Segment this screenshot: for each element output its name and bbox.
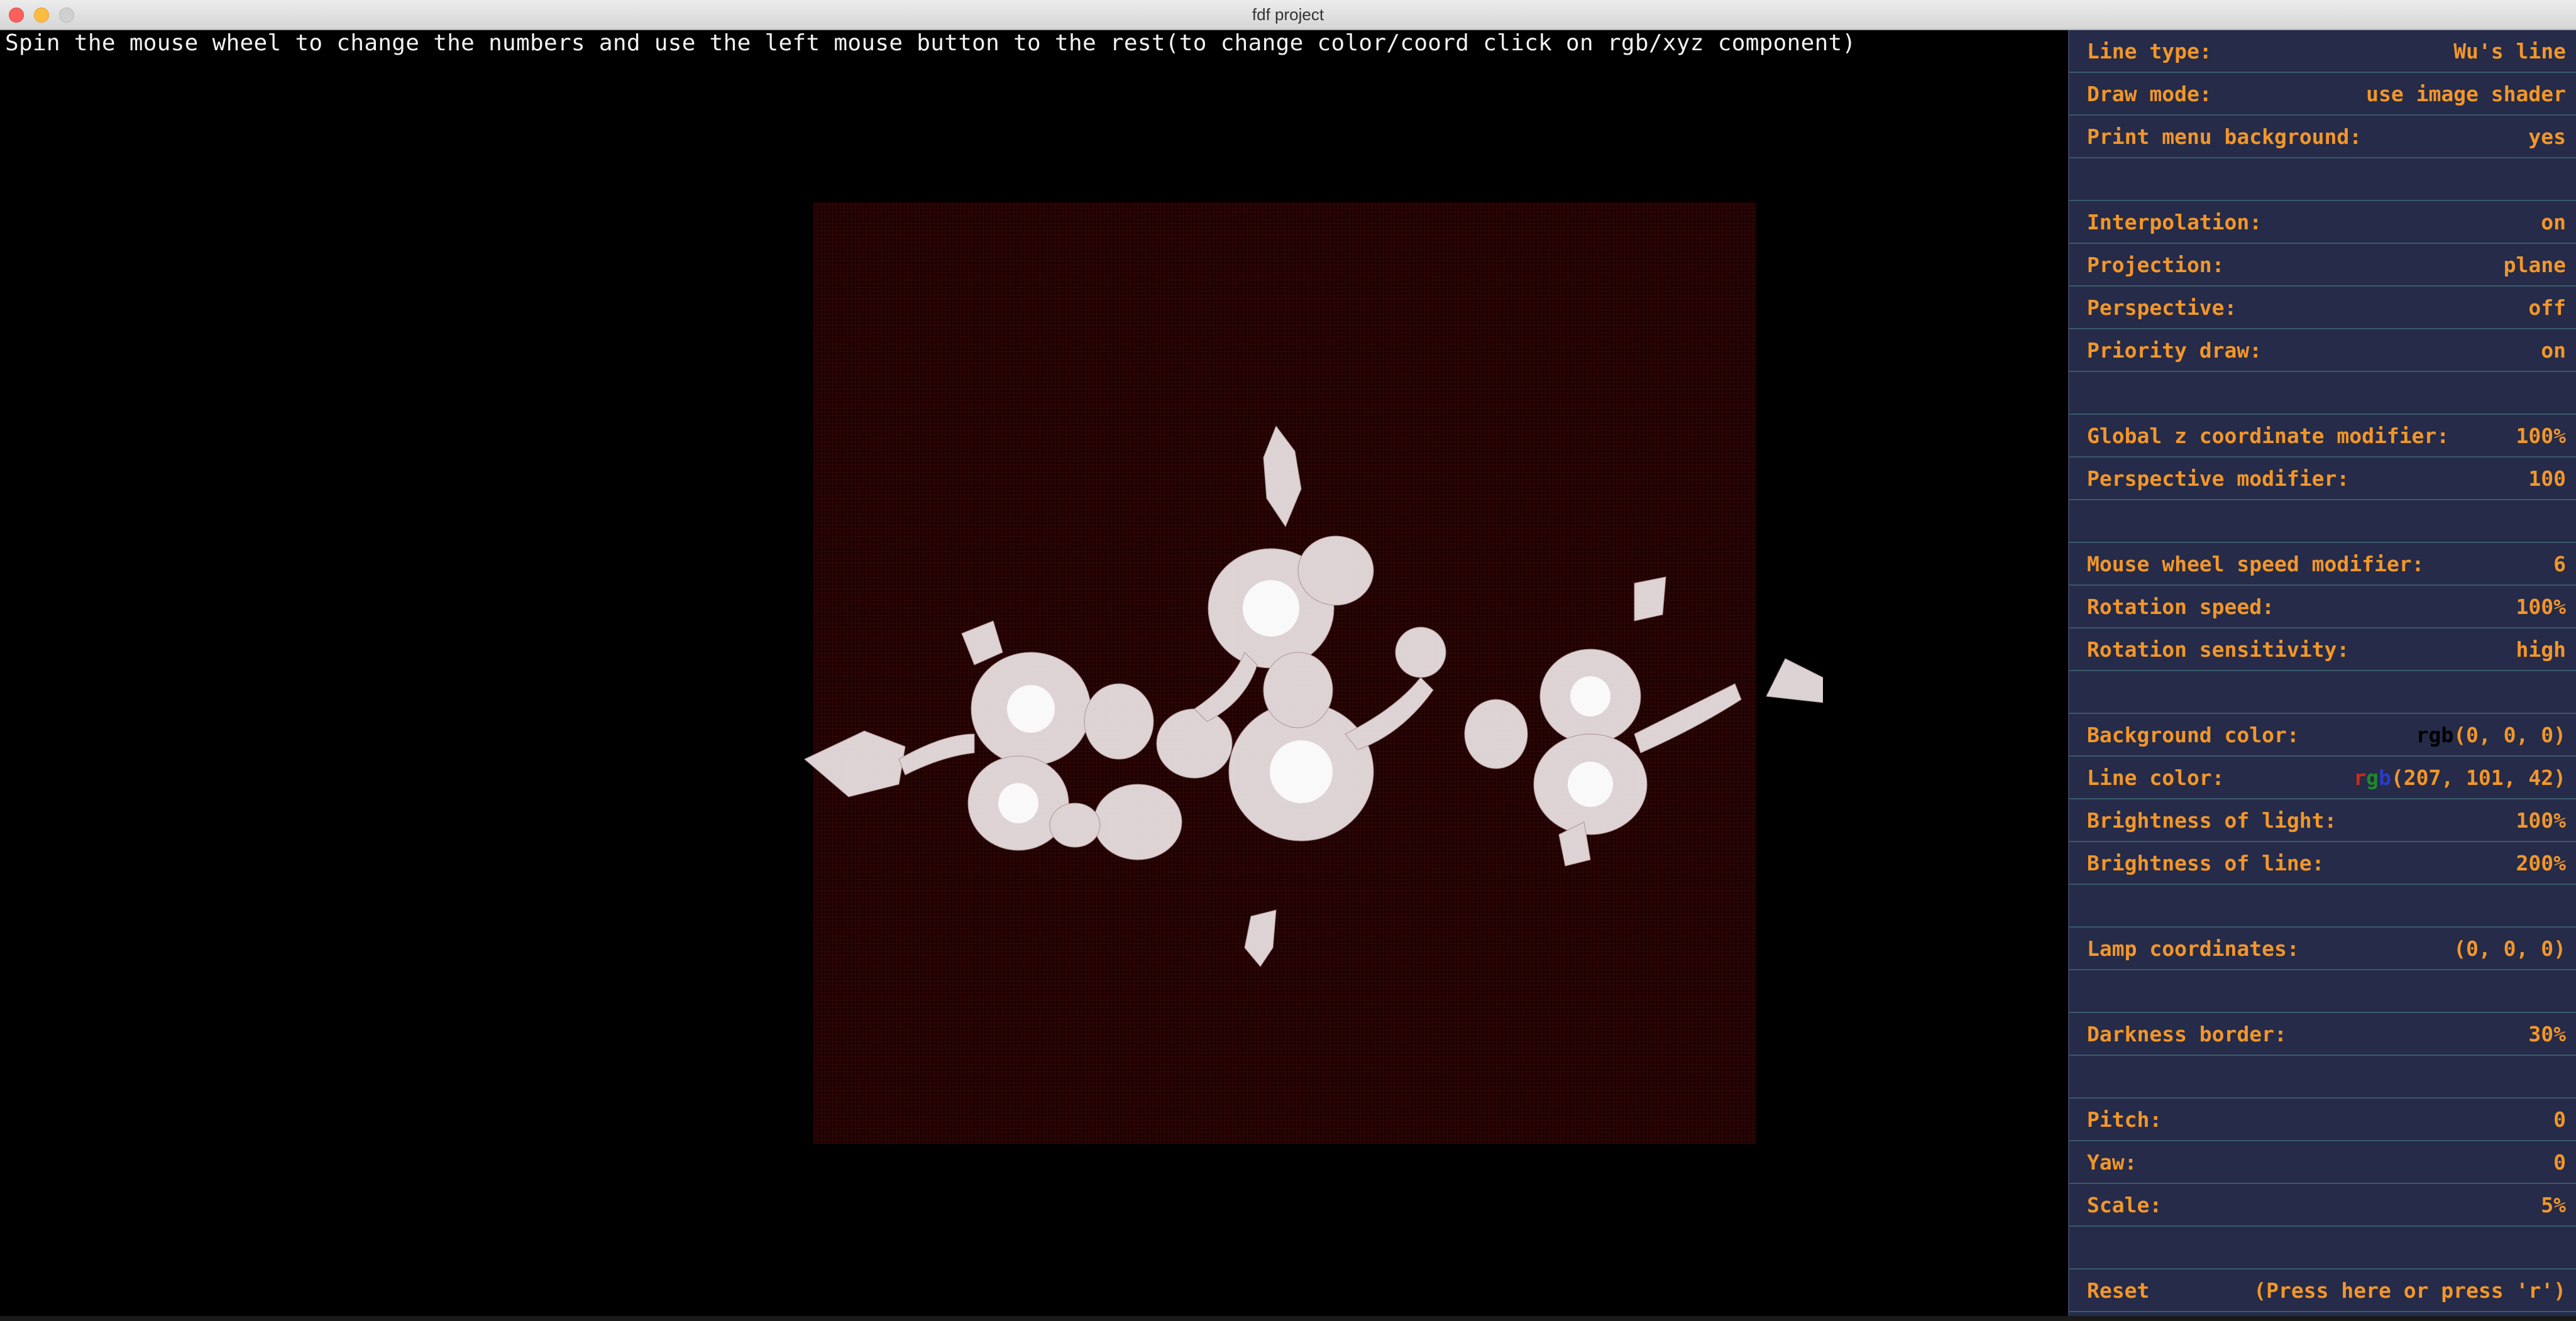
bottom-edge [0, 1316, 2576, 1321]
line-color-value: rgb(207, 101, 42) [2353, 765, 2566, 790]
line-green-component[interactable]: g [2366, 765, 2379, 790]
pitch-row[interactable]: Pitch: 0 [2069, 1099, 2576, 1141]
yaw-label: Yaw: [2087, 1149, 2137, 1175]
scale-row[interactable]: Scale: 5% [2069, 1184, 2576, 1227]
scale-label: Scale: [2087, 1192, 2162, 1217]
darkness-border-row[interactable]: Darkness border: 30% [2069, 1013, 2576, 1056]
rotation-speed-row[interactable]: Rotation speed: 100% [2069, 586, 2576, 628]
perspective-value[interactable]: off [2528, 295, 2566, 320]
lamp-coordinates-row[interactable]: Lamp coordinates: (0, 0, 0) [2069, 928, 2576, 970]
line-color-row[interactable]: Line color: rgb(207, 101, 42) [2069, 757, 2576, 799]
priority-draw-row[interactable]: Priority draw: on [2069, 329, 2576, 372]
menu-spacer [2069, 372, 2576, 415]
brightness-of-line-label: Brightness of line: [2087, 850, 2325, 875]
background-color-value: rgb(0, 0, 0) [2416, 723, 2566, 747]
mouse-wheel-speed-label: Mouse wheel speed modifier: [2087, 551, 2425, 576]
scale-value[interactable]: 5% [2541, 1193, 2566, 1217]
global-z-modifier-row[interactable]: Global z coordinate modifier: 100% [2069, 415, 2576, 458]
fractal-render [804, 425, 1823, 967]
bg-green-component[interactable]: g [2428, 723, 2441, 747]
settings-panel: Line type: Wu's line Draw mode: use imag… [2068, 30, 2576, 1321]
projection-value[interactable]: plane [2504, 253, 2566, 277]
line-red-component[interactable]: r [2353, 765, 2366, 790]
window-title: fdf project [1252, 5, 1324, 24]
rotation-sensitivity-label: Rotation sensitivity: [2087, 637, 2350, 662]
priority-draw-value[interactable]: on [2541, 338, 2566, 363]
interpolation-row[interactable]: Interpolation: on [2069, 201, 2576, 244]
bg-red-component[interactable]: r [2416, 723, 2429, 747]
perspective-modifier-value[interactable]: 100 [2528, 466, 2566, 491]
bg-blue-component[interactable]: b [2441, 723, 2453, 747]
title-bar: fdf project [0, 0, 2576, 30]
print-menu-background-value[interactable]: yes [2528, 124, 2566, 149]
priority-draw-label: Priority draw: [2087, 337, 2262, 363]
draw-mode-value[interactable]: use image shader [2366, 82, 2566, 106]
yaw-value[interactable]: 0 [2553, 1150, 2566, 1175]
projection-label: Projection: [2087, 252, 2225, 277]
mouse-wheel-speed-row[interactable]: Mouse wheel speed modifier: 6 [2069, 543, 2576, 586]
reset-button[interactable]: Reset (Press here or press 'r') [2069, 1269, 2576, 1312]
menu-spacer [2069, 158, 2576, 201]
mouse-wheel-speed-value[interactable]: 6 [2553, 552, 2566, 576]
draw-mode-label: Draw mode: [2087, 81, 2212, 106]
rotation-speed-value[interactable]: 100% [2516, 595, 2566, 619]
rotation-sensitivity-value[interactable]: high [2516, 637, 2566, 662]
print-menu-background-row[interactable]: Print menu background: yes [2069, 116, 2576, 158]
lamp-coordinates-value[interactable]: (0, 0, 0) [2453, 936, 2566, 961]
menu-spacer [2069, 500, 2576, 543]
perspective-label: Perspective: [2087, 295, 2237, 320]
global-z-modifier-value[interactable]: 100% [2516, 424, 2566, 448]
line-color-label: Line color: [2087, 765, 2225, 790]
menu-spacer [2069, 1227, 2576, 1269]
rotation-sensitivity-row[interactable]: Rotation sensitivity: high [2069, 628, 2576, 671]
line-color-values: (207, 101, 42) [2391, 765, 2566, 790]
rotation-speed-label: Rotation speed: [2087, 594, 2275, 619]
menu-spacer [2069, 970, 2576, 1013]
pitch-label: Pitch: [2087, 1107, 2162, 1132]
brightness-of-line-row[interactable]: Brightness of line: 200% [2069, 842, 2576, 885]
reset-label[interactable]: Reset [2087, 1278, 2149, 1303]
render-canvas[interactable]: Spin the mouse wheel to change the numbe… [0, 30, 2068, 1321]
projection-row[interactable]: Projection: plane [2069, 244, 2576, 287]
reset-hint: (Press here or press 'r') [2254, 1278, 2566, 1303]
brightness-of-light-row[interactable]: Brightness of light: 100% [2069, 799, 2576, 842]
interpolation-label: Interpolation: [2087, 209, 2262, 234]
usage-hint: Spin the mouse wheel to change the numbe… [5, 30, 1856, 56]
line-type-value[interactable]: Wu's line [2453, 39, 2566, 63]
pitch-value[interactable]: 0 [2553, 1107, 2566, 1132]
yaw-row[interactable]: Yaw: 0 [2069, 1141, 2576, 1184]
brightness-of-line-value[interactable]: 200% [2516, 851, 2566, 875]
menu-spacer [2069, 671, 2576, 714]
global-z-modifier-label: Global z coordinate modifier: [2087, 423, 2450, 448]
draw-mode-row[interactable]: Draw mode: use image shader [2069, 73, 2576, 116]
perspective-modifier-row[interactable]: Perspective modifier: 100 [2069, 458, 2576, 500]
line-type-row[interactable]: Line type: Wu's line [2069, 30, 2576, 73]
menu-spacer [2069, 1056, 2576, 1099]
brightness-of-light-label: Brightness of light: [2087, 808, 2337, 833]
darkness-border-value[interactable]: 30% [2528, 1022, 2566, 1046]
brightness-of-light-value[interactable]: 100% [2516, 808, 2566, 833]
background-color-label: Background color: [2087, 722, 2299, 747]
darkness-border-label: Darkness border: [2087, 1021, 2287, 1046]
lamp-coordinates-label: Lamp coordinates: [2087, 936, 2299, 961]
interpolation-value[interactable]: on [2541, 210, 2566, 234]
perspective-modifier-label: Perspective modifier: [2087, 466, 2350, 491]
line-type-label: Line type: [2087, 38, 2212, 63]
perspective-row[interactable]: Perspective: off [2069, 287, 2576, 329]
line-blue-component[interactable]: b [2379, 765, 2391, 790]
menu-spacer [2069, 885, 2576, 928]
print-menu-background-label: Print menu background: [2087, 124, 2362, 149]
bg-color-values: (0, 0, 0) [2453, 722, 2566, 747]
background-color-row[interactable]: Background color: rgb(0, 0, 0) [2069, 714, 2576, 757]
